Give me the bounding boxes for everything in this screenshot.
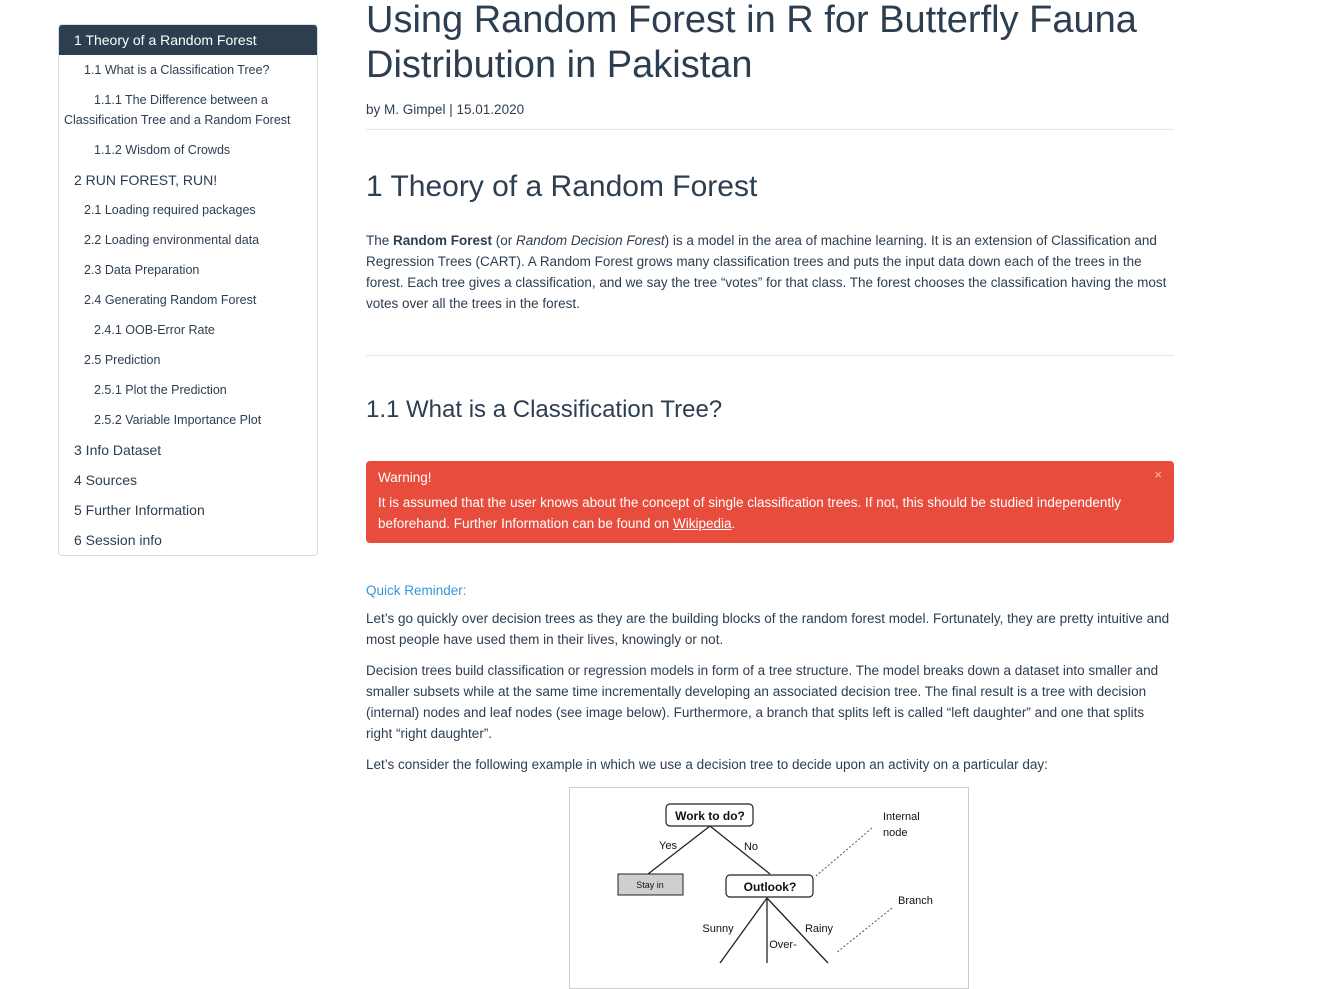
toc-item[interactable]: 2.5.1 Plot the Prediction bbox=[59, 375, 317, 405]
byline: by M. Gimpel | 15.01.2020 bbox=[366, 102, 525, 117]
toc-item[interactable]: 6 Session info bbox=[59, 525, 317, 555]
tree-edge bbox=[647, 825, 711, 875]
annotation-branch: Branch bbox=[898, 895, 933, 907]
toc-item[interactable]: 2.1 Loading required packages bbox=[59, 195, 317, 225]
bold-term: Random Forest bbox=[393, 233, 493, 248]
decision-tree-figure: Work to do? Yes No Stay in Outlook? Sunn… bbox=[569, 787, 969, 989]
quick-reminder-label: Quick Reminder: bbox=[366, 583, 467, 598]
text: . bbox=[731, 516, 736, 531]
root-node-label: Work to do? bbox=[675, 809, 745, 823]
toc-item[interactable]: 2.4.1 OOB-Error Rate bbox=[59, 315, 317, 345]
annotation-internal-node: Internal bbox=[883, 811, 920, 823]
toc-item[interactable]: 1.1 What is a Classification Tree? bbox=[59, 55, 317, 85]
text: (or bbox=[492, 233, 517, 248]
toc-item[interactable]: 1 Theory of a Random Forest bbox=[59, 25, 317, 55]
annotation-internal-node: node bbox=[883, 827, 907, 839]
annotation-leader bbox=[815, 827, 873, 877]
alert-title: Warning! bbox=[378, 470, 432, 485]
decision-tree-diagram: Work to do? Yes No Stay in Outlook? Sunn… bbox=[617, 803, 933, 964]
edge-label-overcast: Over- bbox=[769, 939, 797, 951]
edge-label-sunny: Sunny bbox=[702, 923, 734, 935]
toc-item[interactable]: 3 Info Dataset bbox=[59, 435, 317, 465]
toc-item[interactable]: 2.5 Prediction bbox=[59, 345, 317, 375]
edge-label-no: No bbox=[744, 841, 758, 853]
text: It is assumed that the user knows about … bbox=[378, 495, 1121, 531]
toc-item[interactable]: 4 Sources bbox=[59, 465, 317, 495]
text: The bbox=[366, 233, 394, 248]
toc-item[interactable]: 2.4 Generating Random Forest bbox=[59, 285, 317, 315]
leaf-node-label: Stay in bbox=[636, 880, 664, 890]
main-content: Using Random Forest in R for Butterfly F… bbox=[366, 0, 1174, 775]
wikipedia-link[interactable]: Wikipedia bbox=[673, 516, 732, 531]
toc-item[interactable]: 1.1.2 Wisdom of Crowds bbox=[59, 135, 317, 165]
paragraph: Let’s go quickly over decision trees as … bbox=[366, 611, 1170, 647]
toc-item[interactable]: 5 Further Information bbox=[59, 495, 317, 525]
edge-label-yes: Yes bbox=[659, 840, 677, 852]
toc-item[interactable]: 2.5.2 Variable Importance Plot bbox=[59, 405, 317, 435]
close-icon[interactable]: × bbox=[1154, 467, 1162, 482]
warning-alert: × Warning! It is assumed that the user k… bbox=[366, 461, 1174, 543]
section-heading: 1 Theory of a Random Forest bbox=[366, 170, 758, 203]
paragraph: Decision trees build classification or r… bbox=[366, 663, 1159, 741]
toc-item[interactable]: 2.2 Loading environmental data bbox=[59, 225, 317, 255]
intro-paragraph: The Random Forest (or Random Decision Fo… bbox=[366, 230, 1174, 314]
internal-node-label: Outlook? bbox=[744, 880, 797, 894]
subsection-heading: 1.1 What is a Classification Tree? bbox=[366, 396, 723, 423]
toc-item[interactable]: 2 RUN FOREST, RUN! bbox=[59, 165, 317, 195]
toc-item[interactable]: 1.1.1 The Difference between a Classific… bbox=[59, 85, 317, 135]
table-of-contents: 1 Theory of a Random Forest 1.1 What is a… bbox=[58, 24, 318, 556]
alert-body: It is assumed that the user knows about … bbox=[378, 492, 1162, 534]
paragraph: Let’s consider the following example in … bbox=[366, 757, 1048, 772]
tree-edge bbox=[709, 825, 771, 875]
toc-item[interactable]: 2.3 Data Preparation bbox=[59, 255, 317, 285]
italic-term: Random Decision Forest bbox=[516, 233, 665, 248]
page-title: Using Random Forest in R for Butterfly F… bbox=[366, 0, 1137, 86]
annotation-leader bbox=[835, 907, 893, 954]
edge-label-rainy: Rainy bbox=[805, 923, 834, 935]
